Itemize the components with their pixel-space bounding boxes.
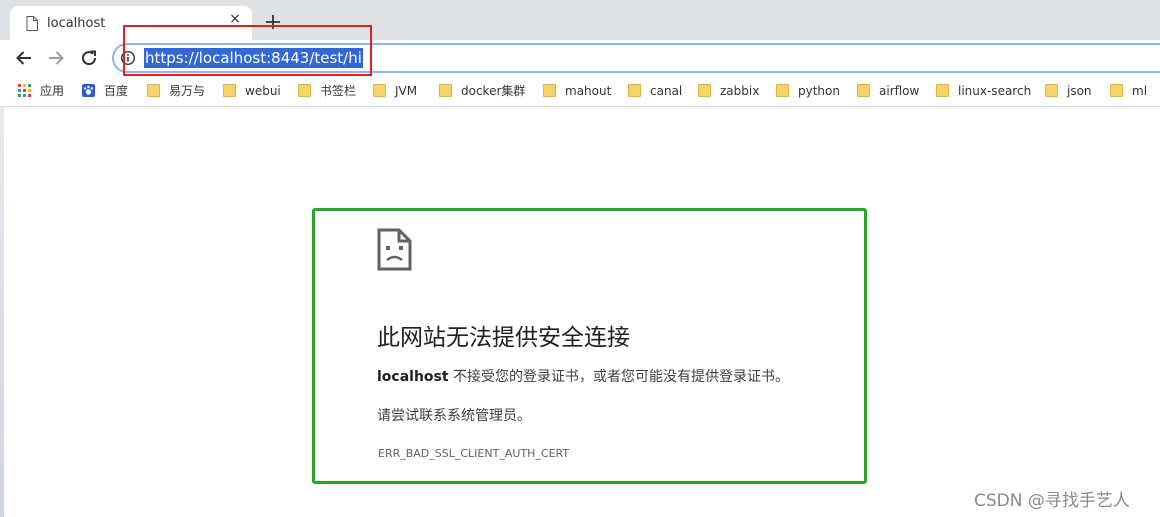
desktop-edge bbox=[0, 107, 4, 517]
reload-icon[interactable] bbox=[79, 48, 99, 68]
folder-icon bbox=[628, 84, 641, 97]
bookmark-label: zabbix bbox=[720, 84, 760, 98]
folder-icon bbox=[298, 84, 311, 97]
folder-icon bbox=[936, 84, 949, 97]
error-heading: 此网站无法提供安全连接 bbox=[377, 325, 630, 351]
bookmark-label: python bbox=[798, 84, 840, 98]
bookmark-label: ml bbox=[1132, 84, 1148, 98]
folder-icon bbox=[147, 84, 160, 97]
folder-icon bbox=[223, 84, 236, 97]
folder-icon bbox=[1045, 84, 1058, 97]
close-tab-icon[interactable]: × bbox=[228, 12, 242, 26]
bookmark-label: webui bbox=[245, 84, 281, 98]
document-icon bbox=[26, 16, 38, 31]
bookmarks-bar: 应用 百度 易万与 webui 书签栏 JVM docker集群 mahout … bbox=[0, 76, 1160, 107]
tab-title: localhost bbox=[47, 16, 106, 31]
bookmark-label: linux-search bbox=[958, 84, 1032, 98]
folder-icon bbox=[857, 84, 870, 97]
error-description-text: 不接受您的登录证书，或者您可能没有提供登录证书。 bbox=[448, 369, 790, 385]
back-arrow-icon[interactable] bbox=[14, 48, 34, 68]
annotation-red-box bbox=[123, 25, 372, 76]
bookmark-label: 百度 bbox=[104, 84, 129, 98]
bookmark-label: docker集群 bbox=[461, 84, 526, 98]
bookmark-label: 书签栏 bbox=[320, 84, 357, 98]
sad-document-icon bbox=[377, 228, 412, 271]
error-description: localhost 不接受您的登录证书，或者您可能没有提供登录证书。 bbox=[377, 366, 789, 386]
bookmark-label: JVM bbox=[395, 84, 418, 98]
error-code[interactable]: ERR_BAD_SSL_CLIENT_AUTH_CERT bbox=[378, 447, 569, 460]
folder-icon bbox=[543, 84, 556, 97]
folder-icon bbox=[373, 84, 386, 97]
folder-icon bbox=[439, 84, 452, 97]
watermark: CSDN @寻找手艺人 bbox=[974, 491, 1130, 511]
bookmark-label: json bbox=[1067, 84, 1092, 98]
bookmark-label: 应用 bbox=[40, 84, 65, 98]
error-host: localhost bbox=[377, 369, 449, 385]
bookmark-label: mahout bbox=[565, 84, 612, 98]
baidu-icon bbox=[82, 84, 95, 97]
error-suggestion: 请尝试联系系统管理员。 bbox=[377, 408, 531, 424]
folder-icon bbox=[776, 84, 789, 97]
bookmark-label: 易万与 bbox=[169, 84, 206, 98]
bookmark-label: airflow bbox=[879, 84, 920, 98]
folder-icon bbox=[698, 84, 711, 97]
forward-arrow-icon[interactable] bbox=[46, 48, 66, 68]
apps-icon bbox=[18, 84, 31, 97]
folder-icon bbox=[1110, 84, 1123, 97]
bookmark-label: canal bbox=[650, 84, 683, 98]
